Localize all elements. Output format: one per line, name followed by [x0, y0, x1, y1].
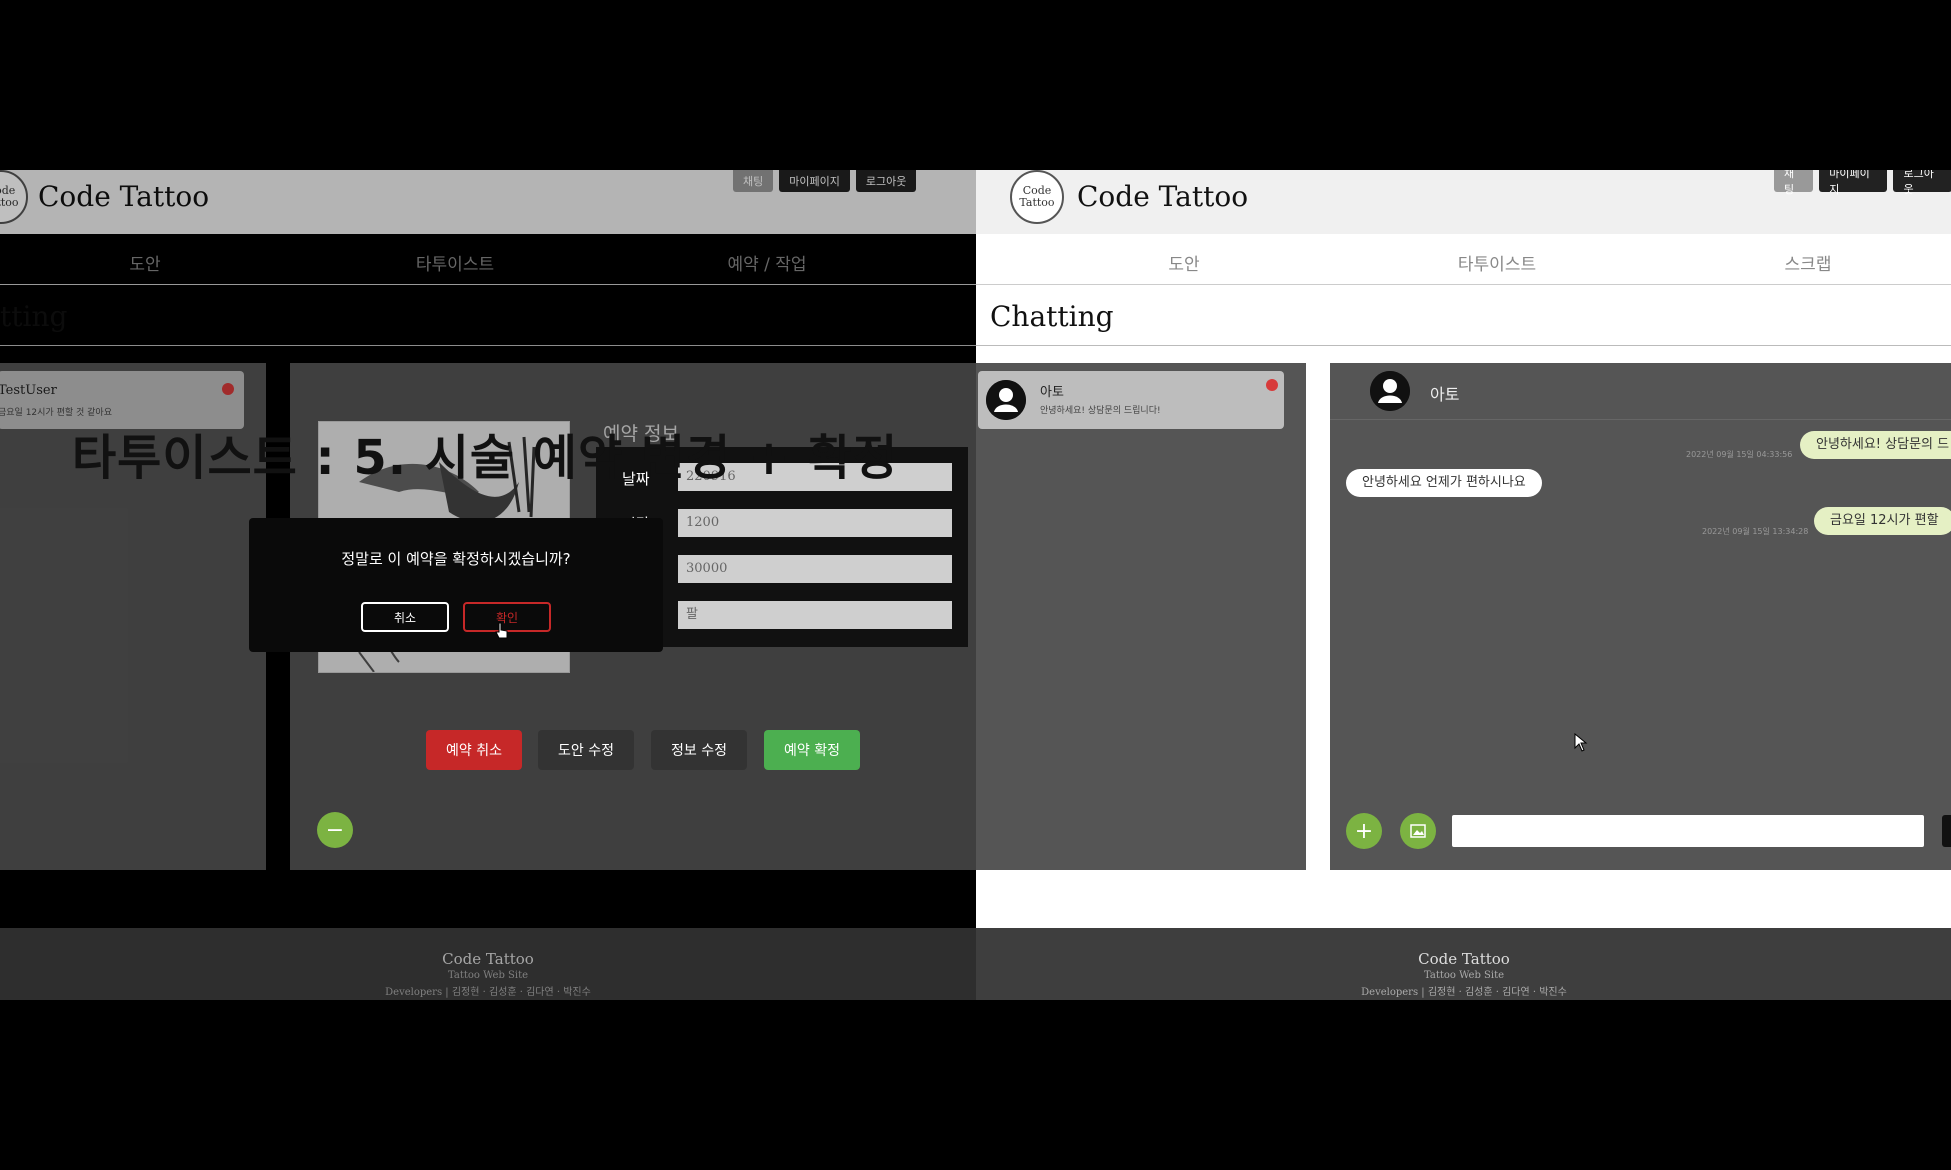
divider [976, 345, 1951, 346]
nav-designs[interactable]: 도안 [1168, 250, 1199, 275]
chat-header: 아토 [1330, 363, 1951, 420]
send-button[interactable] [1942, 815, 1951, 847]
overlay-caption: 타투이스트 : 5. 시술 예약 변경 + 확정 [72, 430, 899, 486]
chat-button[interactable]: 채팅 [1774, 170, 1814, 196]
logo-icon[interactable]: CodeTattoo [1010, 170, 1064, 224]
modal-cancel-button[interactable]: 취소 [361, 602, 449, 632]
left-panel: CodeTattoo Code Tattoo 채팅 마이페이지 로그아웃 도안 … [0, 170, 976, 1000]
message-input[interactable] [1452, 815, 1924, 847]
site-header: CodeTattoo Code Tattoo 채팅 마이페이지 로그아웃 [976, 170, 1951, 234]
footer-developers: Developers | 김정현 · 김성훈 · 김다연 · 박진수 [1361, 987, 1567, 998]
user-avatar-icon [986, 380, 1026, 420]
image-upload-button[interactable] [1400, 813, 1436, 849]
footer-subtitle: Tattoo Web Site [1423, 970, 1505, 981]
confirm-reservation-button[interactable]: 예약 확정 [764, 730, 860, 770]
chat-view: 아토 안녕하세요! 상담문의 드 2022년 09월 15일 04:33:56 … [1330, 363, 1951, 870]
image-icon [1410, 824, 1426, 838]
logout-button[interactable]: 로그아웃 [1893, 170, 1951, 196]
top-buttons: 채팅 마이페이지 로그아웃 [1774, 170, 1951, 196]
right-panel: Code Tattoo Code Tattoo 채팅 마이페이지 로그아웃 도안 … [976, 170, 1951, 1000]
message-timestamp: 2022년 09월 15일 13:34:28 [1702, 527, 1809, 536]
mypage-button[interactable]: 마이페이지 [1819, 170, 1888, 196]
body-part-field[interactable]: 팔 [678, 601, 952, 629]
unread-dot-icon [1266, 379, 1278, 391]
message-bubble-sent: 금요일 12시가 편할 [1814, 507, 1951, 535]
price-field[interactable]: 30000 [678, 555, 952, 583]
section-title: Chatting [990, 300, 1114, 333]
cancel-reservation-button[interactable]: 예약 취소 [426, 730, 522, 770]
chat-room-preview: 안녕하세요! 상담문의 드립니다! [1040, 406, 1161, 416]
nav-artists[interactable]: 타투이스트 [1458, 250, 1536, 275]
minus-button[interactable]: − [317, 812, 353, 848]
message-bubble-sent: 안녕하세요! 상담문의 드 [1800, 431, 1951, 459]
hand-cursor-icon [495, 622, 508, 639]
pointer-cursor-icon [1574, 733, 1588, 752]
add-button[interactable]: + [1346, 813, 1382, 849]
footer-title: Code Tattoo [1418, 950, 1510, 968]
time-field[interactable]: 1200 [678, 509, 952, 537]
edit-design-button[interactable]: 도안 수정 [538, 730, 634, 770]
brand-title[interactable]: Code Tattoo [1077, 180, 1248, 213]
chat-room-user: 아토 [1040, 385, 1064, 400]
nav-scrap[interactable]: 스크랩 [1785, 250, 1832, 275]
user-avatar-icon [1370, 371, 1410, 411]
chat-list: 아토 안녕하세요! 상담문의 드립니다! [976, 363, 1306, 870]
message-bubble-received: 안녕하세요 언제가 편하시나요 [1346, 469, 1542, 497]
confirm-modal: 정말로 이 예약을 확정하시겠습니까? 취소 확인 [249, 518, 663, 652]
footer: Code Tattoo Tattoo Web Site Developers |… [976, 928, 1951, 1000]
edit-info-button[interactable]: 정보 수정 [651, 730, 747, 770]
chat-partner-name: 아토 [1430, 385, 1460, 404]
message-timestamp: 2022년 09월 15일 04:33:56 [1686, 450, 1793, 459]
main-nav: 도안 타투이스트 스크랩 [976, 234, 1951, 285]
confirm-message: 정말로 이 예약을 확정하시겠습니까? [341, 550, 571, 568]
chat-room-card[interactable]: 아토 안녕하세요! 상담문의 드립니다! [978, 371, 1284, 429]
